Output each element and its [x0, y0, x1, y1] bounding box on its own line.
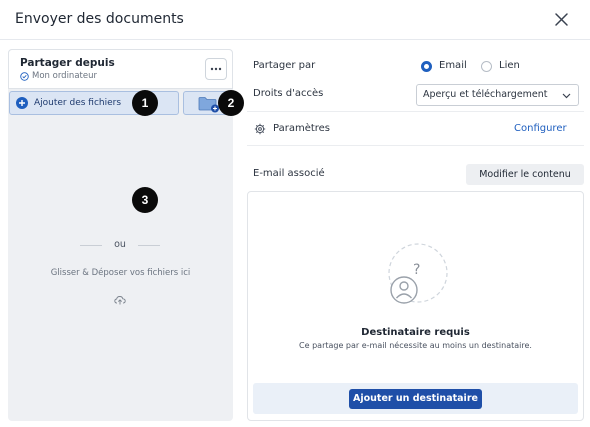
recipient-required-title: Destinataire requis: [361, 327, 470, 338]
check-circle-icon: [20, 71, 29, 81]
associated-email-label: E-mail associé: [253, 168, 325, 179]
access-rights-label: Droits d'accès: [253, 88, 324, 99]
radio-email-label[interactable]: Email: [439, 60, 467, 71]
add-recipient-button[interactable]: Ajouter un destinataire: [349, 389, 482, 409]
configure-link[interactable]: Configurer: [514, 123, 567, 134]
send-documents-dialog: Envoyer des documents Partager depuis Mo…: [0, 0, 590, 427]
callout-badge-3: 3: [132, 187, 158, 213]
cloud-upload-icon: [114, 296, 126, 305]
share-from-source: Mon ordinateur: [20, 71, 97, 81]
access-rights-select[interactable]: Aperçu et téléchargement: [416, 84, 579, 106]
close-icon[interactable]: [553, 11, 570, 28]
drop-instructions: Glisser & Déposer vos fichiers ici: [50, 268, 191, 278]
dialog-title: Envoyer des documents: [15, 11, 184, 27]
user-question-icon: ?: [388, 243, 448, 304]
radio-link[interactable]: [481, 61, 492, 72]
share-from-source-label: Mon ordinateur: [32, 71, 97, 81]
svg-text:?: ?: [413, 262, 420, 278]
more-dots-icon: [210, 67, 222, 71]
share-from-card: Partager depuis Mon ordinateur: [8, 49, 233, 89]
more-options-button[interactable]: [205, 58, 227, 80]
add-files-label: Ajouter des fichiers: [34, 98, 122, 108]
dialog-header: Envoyer des documents: [0, 0, 590, 40]
divider-bottom: [247, 145, 584, 146]
or-separator: ou: [80, 239, 160, 251]
or-line-right: [138, 245, 160, 246]
settings-label: Paramètres: [273, 123, 331, 134]
recipient-required-text: Ce partage par e-mail nécessite au moins…: [299, 341, 532, 350]
gear-icon: [254, 123, 266, 135]
share-from-title: Partager depuis: [20, 57, 115, 69]
callout-badge-1: 1: [132, 90, 158, 116]
folder-plus-icon: [198, 97, 219, 113]
edit-content-button[interactable]: Modifier le contenu: [466, 164, 584, 185]
divider-top: [247, 111, 584, 112]
radio-email[interactable]: [421, 61, 432, 72]
chevron-down-icon: [562, 93, 571, 99]
share-by-label: Partager par: [253, 60, 316, 71]
plus-circle-icon: [16, 97, 28, 109]
access-rights-value: Aperçu et téléchargement: [423, 89, 548, 100]
radio-link-label[interactable]: Lien: [499, 60, 520, 71]
callout-badge-2: 2: [218, 90, 244, 116]
